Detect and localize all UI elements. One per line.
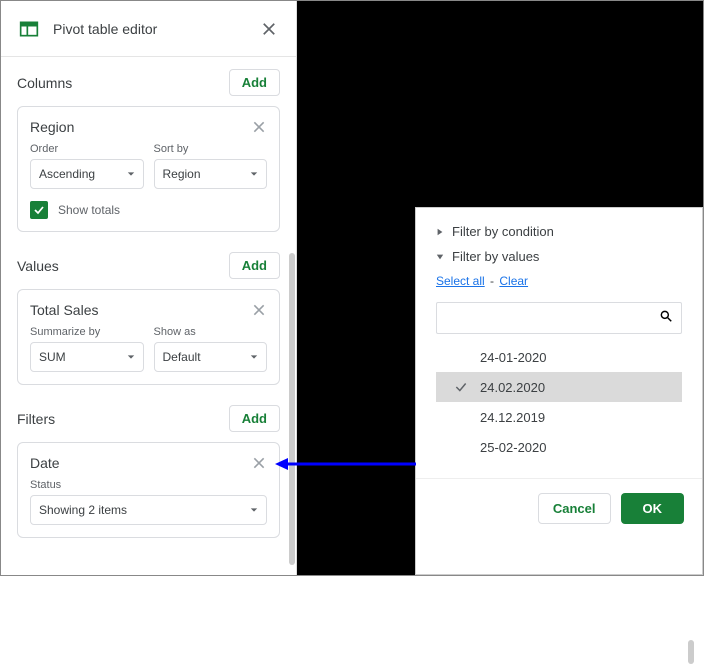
filter-value-list: 24-01-2020 24.02.2020 24.12.2019 25-02-2… — [436, 342, 682, 462]
filter-card-date: Date Status Showing 2 items — [17, 442, 280, 538]
filter-value-label: 24-01-2020 — [480, 350, 547, 365]
filter-value-label: 24.02.2020 — [480, 380, 545, 395]
editor-header: Pivot table editor — [1, 1, 296, 57]
remove-filter-button[interactable] — [251, 455, 267, 471]
sortby-label: Sort by — [154, 143, 268, 155]
caret-down-icon — [250, 170, 258, 178]
filters-section: Filters Add Date Status Showing 2 items — [1, 393, 296, 546]
value-card-total-sales: Total Sales Summarize by SUM Show a — [17, 289, 280, 385]
filter-search-input[interactable] — [436, 302, 682, 334]
column-card-region: Region Order Ascending Sort by — [17, 106, 280, 232]
values-label: Values — [17, 258, 229, 274]
order-label: Order — [30, 143, 144, 155]
showas-value: Default — [163, 350, 201, 364]
filter-by-condition-toggle[interactable]: Filter by condition — [436, 224, 682, 239]
ok-button[interactable]: OK — [621, 493, 685, 524]
summarize-value: SUM — [39, 350, 66, 364]
columns-section: Columns Add Region Order Ascending — [1, 57, 296, 240]
filter-value-label: 25-02-2020 — [480, 440, 547, 455]
editor-title: Pivot table editor — [53, 21, 260, 37]
pivot-table-editor-panel: Pivot table editor Columns Add Region — [1, 1, 297, 575]
sortby-value: Region — [163, 167, 201, 181]
remove-column-button[interactable] — [251, 119, 267, 135]
cancel-button[interactable]: Cancel — [538, 493, 611, 524]
show-totals-checkbox[interactable] — [30, 201, 48, 219]
status-value: Showing 2 items — [39, 503, 127, 517]
filter-value-item[interactable]: 25-02-2020 — [436, 432, 682, 462]
values-section: Values Add Total Sales Summarize by SUM — [1, 240, 296, 393]
filter-value-item[interactable]: 24.12.2019 — [436, 402, 682, 432]
caret-down-icon — [127, 353, 135, 361]
summarize-label: Summarize by — [30, 326, 144, 338]
clear-link[interactable]: Clear — [499, 274, 528, 288]
order-value: Ascending — [39, 167, 95, 181]
triangle-down-icon — [436, 253, 444, 261]
close-editor-button[interactable] — [260, 20, 278, 38]
sortby-select[interactable]: Region — [154, 159, 268, 189]
order-select[interactable]: Ascending — [30, 159, 144, 189]
triangle-right-icon — [436, 228, 444, 236]
status-label: Status — [30, 479, 267, 491]
show-totals-label: Show totals — [58, 203, 120, 217]
columns-label: Columns — [17, 75, 229, 91]
value-card-title: Total Sales — [30, 302, 251, 318]
filters-label: Filters — [17, 411, 229, 427]
search-icon — [659, 309, 673, 328]
add-filter-button[interactable]: Add — [229, 405, 280, 432]
filter-values-popup: Filter by condition Filter by values Sel… — [415, 207, 703, 575]
popup-list-scrollbar[interactable] — [688, 640, 694, 664]
filter-card-title: Date — [30, 455, 251, 471]
caret-down-icon — [127, 170, 135, 178]
remove-value-button[interactable] — [251, 302, 267, 318]
filter-value-item[interactable]: 24.02.2020 — [436, 372, 682, 402]
showas-label: Show as — [154, 326, 268, 338]
filter-by-values-toggle[interactable]: Filter by values — [436, 249, 682, 264]
add-value-button[interactable]: Add — [229, 252, 280, 279]
pivot-table-icon — [19, 19, 39, 39]
filter-value-item[interactable]: 24-01-2020 — [436, 342, 682, 372]
filter-by-values-label: Filter by values — [452, 249, 539, 264]
column-card-title: Region — [30, 119, 251, 135]
showas-select[interactable]: Default — [154, 342, 268, 372]
add-column-button[interactable]: Add — [229, 69, 280, 96]
filter-value-label: 24.12.2019 — [480, 410, 545, 425]
caret-down-icon — [250, 353, 258, 361]
filter-by-condition-label: Filter by condition — [452, 224, 554, 239]
status-select[interactable]: Showing 2 items — [30, 495, 267, 525]
caret-down-icon — [250, 506, 258, 514]
editor-scrollbar[interactable] — [289, 253, 295, 565]
summarize-select[interactable]: SUM — [30, 342, 144, 372]
check-icon — [454, 380, 468, 394]
select-all-link[interactable]: Select all — [436, 274, 485, 288]
